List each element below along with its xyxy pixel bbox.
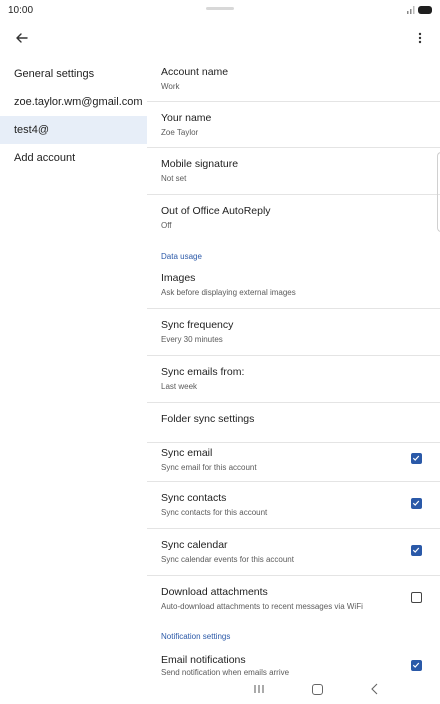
download-attachments-checkbox[interactable] bbox=[411, 592, 422, 603]
setting-value: Auto-download attachments to recent mess… bbox=[161, 602, 363, 611]
setting-title: Download attachments bbox=[161, 586, 268, 598]
sidebar-item-gmail-account[interactable]: zoe.taylor.wm@gmail.com bbox=[0, 88, 147, 116]
out-of-office-setting[interactable]: Out of Office AutoReply Off bbox=[147, 195, 440, 241]
sidebar-item-test4-account[interactable]: test4@ bbox=[0, 116, 147, 144]
folder-sync-settings[interactable]: Folder sync settings bbox=[147, 403, 440, 442]
setting-title: Sync contacts bbox=[161, 492, 227, 504]
more-options-icon[interactable] bbox=[410, 28, 430, 48]
email-notifications-setting[interactable]: Email notifications Send notification wh… bbox=[147, 644, 440, 676]
account-name-setting[interactable]: Account name Work bbox=[147, 56, 440, 101]
setting-value: Send notification when emails arrive bbox=[161, 668, 290, 676]
sync-emails-from-setting[interactable]: Sync emails from: Last week bbox=[147, 356, 440, 402]
setting-value: Sync calendar events for this account bbox=[161, 555, 294, 564]
setting-value: Sync contacts for this account bbox=[161, 508, 268, 517]
setting-title: Mobile signature bbox=[161, 158, 239, 170]
setting-value: Ask before displaying external images bbox=[161, 288, 296, 297]
setting-title: Sync calendar bbox=[161, 539, 228, 551]
sync-contacts-checkbox[interactable] bbox=[411, 498, 422, 509]
sync-email-checkbox[interactable] bbox=[411, 453, 422, 464]
setting-value: Work bbox=[161, 82, 180, 91]
sync-contacts-setting[interactable]: Sync contacts Sync contacts for this acc… bbox=[147, 482, 440, 528]
setting-title: Your name bbox=[161, 112, 212, 124]
mobile-signature-setting[interactable]: Mobile signature Not set bbox=[147, 148, 440, 194]
app-bar bbox=[0, 22, 440, 56]
setting-title: Sync email bbox=[161, 447, 213, 459]
checkmark-icon bbox=[412, 455, 420, 461]
setting-title: Folder sync settings bbox=[161, 413, 255, 425]
system-back-icon[interactable] bbox=[370, 683, 380, 695]
checkmark-icon bbox=[412, 662, 420, 668]
sidebar-item-general-settings[interactable]: General settings bbox=[0, 60, 147, 88]
recent-apps-icon[interactable] bbox=[253, 684, 265, 694]
sync-calendar-checkbox[interactable] bbox=[411, 545, 422, 556]
account-sidebar: General settings zoe.taylor.wm@gmail.com… bbox=[0, 56, 147, 676]
setting-value: Sync email for this account bbox=[161, 463, 257, 472]
setting-title: Account name bbox=[161, 66, 229, 78]
status-time: 10:00 bbox=[8, 5, 34, 16]
download-attachments-setting[interactable]: Download attachments Auto-download attac… bbox=[147, 576, 440, 622]
signal-icon bbox=[407, 6, 415, 14]
sidebar-item-add-account[interactable]: Add account bbox=[0, 144, 147, 172]
battery-icon bbox=[418, 6, 432, 14]
checkmark-icon bbox=[412, 500, 420, 506]
your-name-setting[interactable]: Your name Zoe Taylor bbox=[147, 102, 440, 147]
setting-value: Off bbox=[161, 221, 172, 230]
status-bar: 10:00 bbox=[0, 0, 440, 22]
email-notifications-checkbox[interactable] bbox=[411, 660, 422, 671]
home-icon[interactable] bbox=[312, 684, 323, 695]
setting-value: Zoe Taylor bbox=[161, 128, 199, 137]
setting-title: Sync emails from: bbox=[161, 366, 245, 378]
setting-value: Every 30 minutes bbox=[161, 335, 223, 344]
setting-value: Not set bbox=[161, 174, 187, 183]
system-navigation-bar bbox=[0, 676, 440, 704]
setting-title: Out of Office AutoReply bbox=[161, 205, 271, 217]
setting-title: Sync frequency bbox=[161, 319, 234, 331]
account-settings-list: Account name Work Your name Zoe Taylor M… bbox=[147, 56, 440, 676]
sync-frequency-setting[interactable]: Sync frequency Every 30 minutes bbox=[147, 309, 440, 355]
setting-value: Last week bbox=[161, 382, 198, 391]
back-arrow-icon[interactable] bbox=[12, 28, 32, 48]
setting-title: Email notifications bbox=[161, 654, 246, 666]
data-usage-section-header: Data usage bbox=[161, 252, 202, 261]
camera-notch bbox=[206, 7, 234, 10]
notification-settings-section-header: Notification settings bbox=[161, 632, 231, 641]
checkmark-icon bbox=[412, 547, 420, 553]
images-setting[interactable]: Images Ask before displaying external im… bbox=[147, 264, 440, 308]
setting-title: Images bbox=[161, 272, 196, 284]
sync-calendar-setting[interactable]: Sync calendar Sync calendar events for t… bbox=[147, 529, 440, 575]
